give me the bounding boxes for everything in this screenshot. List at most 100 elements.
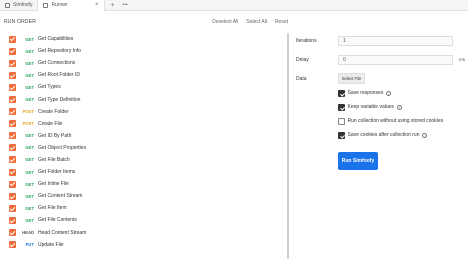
request-method: GET <box>25 72 34 78</box>
option-label: Run collection without using stored cook… <box>347 118 444 125</box>
request-checkbox[interactable] <box>9 229 16 237</box>
request-checkbox[interactable] <box>9 204 16 212</box>
option-no-stored-cookies[interactable]: Run collection without using stored cook… <box>338 118 443 125</box>
request-row[interactable]: GET Get Folder Items <box>9 166 287 178</box>
request-row[interactable]: GET Get Connections <box>9 57 287 69</box>
checkbox[interactable] <box>338 118 345 125</box>
request-row[interactable]: POST Create File <box>9 118 287 130</box>
request-row[interactable]: GET Get Capabilities <box>9 33 287 45</box>
request-name: Get File Item <box>38 205 67 212</box>
request-name: Get ID By Path <box>38 132 72 139</box>
request-row[interactable]: GET Get Repository Info <box>9 45 287 57</box>
request-method: POST <box>22 121 34 127</box>
request-method: GET <box>25 48 34 54</box>
request-name: Get File Contents <box>38 217 77 224</box>
request-name: Create Folder <box>38 108 69 115</box>
request-method: GET <box>25 84 34 90</box>
request-checkbox[interactable] <box>9 108 16 116</box>
request-method: GET <box>25 60 34 66</box>
run-collection-button[interactable]: Run Simfoofy <box>338 152 378 170</box>
request-checkbox[interactable] <box>9 71 16 79</box>
option-save-cookies[interactable]: Save cookies after collection run i <box>338 132 428 139</box>
request-method: HEAD <box>22 230 34 236</box>
request-method: GET <box>25 36 34 42</box>
request-method: PUT <box>25 242 34 248</box>
request-checkbox[interactable] <box>9 168 16 176</box>
checkbox[interactable] <box>338 104 345 111</box>
request-row[interactable]: GET Get File Contents <box>9 214 287 226</box>
checkbox[interactable] <box>338 90 345 97</box>
request-row[interactable]: GET Get Type Definition <box>9 93 287 105</box>
request-row[interactable]: GET Get ID By Path <box>9 130 287 142</box>
request-row[interactable]: GET Get Inline File <box>9 178 287 190</box>
delay-unit: ms <box>459 57 465 62</box>
reset-button[interactable]: Reset <box>275 19 288 25</box>
request-checkbox[interactable] <box>9 96 16 104</box>
request-checkbox[interactable] <box>9 241 16 249</box>
request-method: GET <box>25 97 34 103</box>
request-row[interactable]: POST Create Folder <box>9 106 287 118</box>
option-label: Keep variable values <box>347 104 394 111</box>
request-method: GET <box>25 193 34 199</box>
request-row[interactable]: GET Get Types <box>9 81 287 93</box>
request-method: GET <box>25 145 34 151</box>
option-keep-variable-values[interactable]: Keep variable values i <box>338 104 402 111</box>
request-checkbox[interactable] <box>9 180 16 188</box>
iterations-input[interactable]: 1 <box>338 36 453 46</box>
request-checkbox[interactable] <box>9 35 16 43</box>
delay-label: Delay <box>296 57 309 63</box>
tab-label: Simfoofy <box>13 2 33 8</box>
delay-input[interactable]: 0 <box>338 55 453 65</box>
tab-bar: Simfoofy Runner × + ••• <box>0 0 468 11</box>
tab-runner[interactable]: Runner × <box>37 0 106 11</box>
request-name: Get Repository Info <box>38 48 82 55</box>
document-icon <box>5 2 10 8</box>
request-checkbox[interactable] <box>9 192 16 200</box>
request-method: GET <box>25 157 34 163</box>
data-label: Data <box>296 76 307 82</box>
request-checkbox[interactable] <box>9 156 16 164</box>
select-file-button[interactable]: Select File <box>338 73 365 84</box>
request-name: Get Inline File <box>38 181 69 188</box>
request-checkbox[interactable] <box>9 216 16 224</box>
request-name: Head Content Stream <box>38 229 87 236</box>
request-checkbox[interactable] <box>9 132 16 140</box>
iterations-label: Iterations <box>296 38 317 44</box>
tab-simfoofy[interactable]: Simfoofy <box>0 0 37 11</box>
tab-label: Runner <box>51 2 68 8</box>
request-checkbox[interactable] <box>9 59 16 67</box>
close-icon[interactable]: × <box>95 2 99 8</box>
request-name: Get Type Definition <box>38 96 81 103</box>
select-all-button[interactable]: Select All <box>246 19 267 25</box>
info-icon[interactable]: i <box>386 90 392 96</box>
more-icon[interactable]: ••• <box>123 2 128 8</box>
request-name: Update File <box>38 241 64 248</box>
request-row[interactable]: GET Get File Batch <box>9 154 287 166</box>
request-method: GET <box>25 133 34 139</box>
info-icon[interactable]: i <box>396 104 402 110</box>
request-name: Get File Batch <box>38 156 70 163</box>
request-list: GET Get Capabilities GET Get Repository Inf… <box>9 33 287 264</box>
info-icon[interactable]: i <box>422 132 428 138</box>
request-name: Create File <box>38 120 63 127</box>
scrollbar[interactable] <box>287 33 289 259</box>
add-tab-icon[interactable]: + <box>110 2 114 9</box>
request-row[interactable]: HEAD Head Content Stream <box>9 227 287 239</box>
checkbox[interactable] <box>338 132 345 139</box>
request-row[interactable]: GET Get Object Properties <box>9 142 287 154</box>
request-checkbox[interactable] <box>9 120 16 128</box>
run-order-title: RUN ORDER <box>4 19 37 25</box>
request-row[interactable]: GET Get Root Folder ID <box>9 69 287 81</box>
request-method: GET <box>25 217 34 223</box>
request-name: Get Capabilities <box>38 36 74 43</box>
option-label: Save cookies after collection run <box>347 132 420 139</box>
runner-icon <box>43 2 49 8</box>
request-row[interactable]: GET Get Content Stream <box>9 190 287 202</box>
request-row[interactable]: GET Get File Item <box>9 202 287 214</box>
request-row[interactable]: PUT Update File <box>9 239 287 251</box>
request-checkbox[interactable] <box>9 47 16 55</box>
request-checkbox[interactable] <box>9 83 16 91</box>
request-checkbox[interactable] <box>9 144 16 152</box>
option-save-responses[interactable]: Save responses i <box>338 90 392 97</box>
deselect-all-button[interactable]: Deselect All <box>212 19 238 25</box>
